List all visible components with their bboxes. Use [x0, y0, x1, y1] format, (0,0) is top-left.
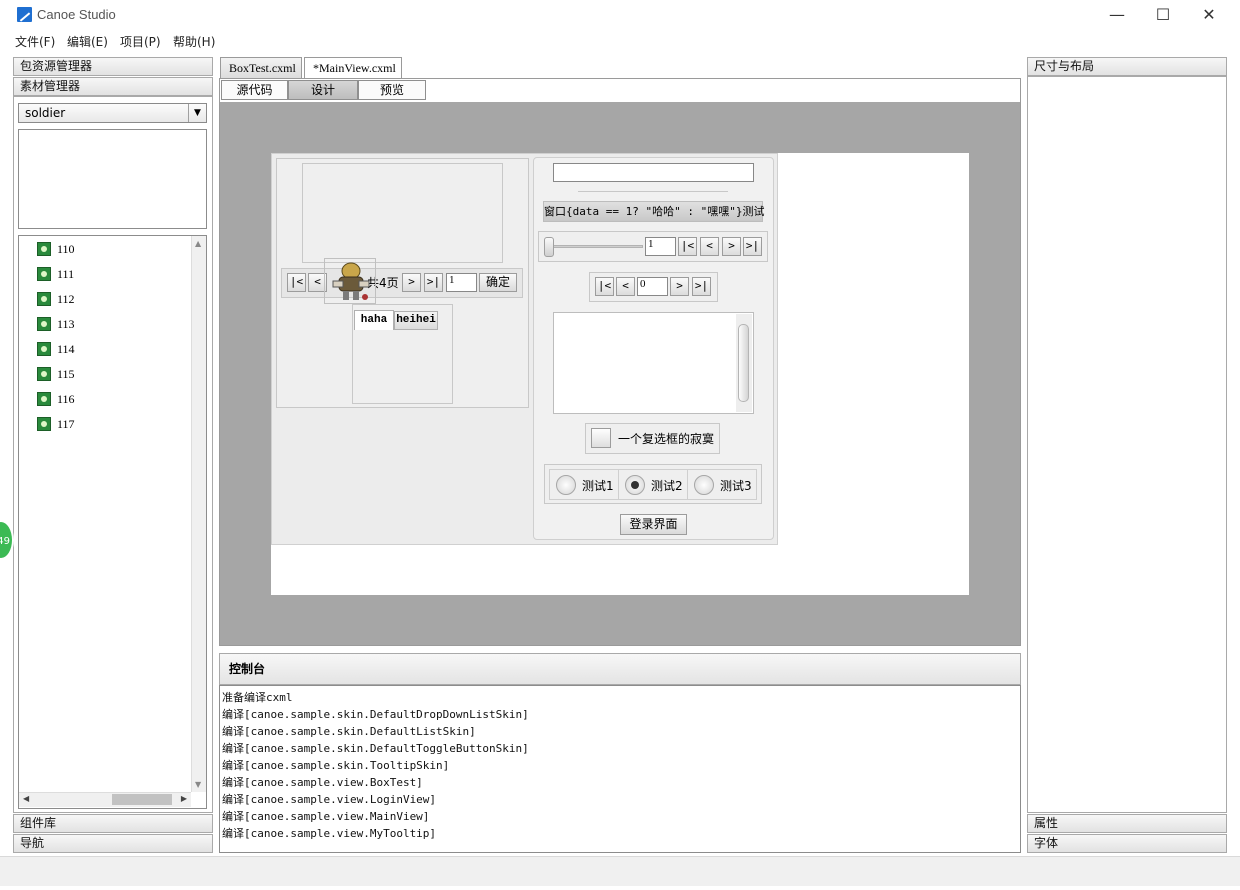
window-title: Canoe Studio [37, 7, 116, 22]
console-line: 编译[canoe.sample.skin.DefaultToggleButton… [222, 742, 529, 755]
navigation-header[interactable]: 导航 [13, 834, 213, 853]
image-box[interactable] [302, 163, 503, 263]
image-icon [37, 342, 51, 356]
checkbox-label: 一个复选框的寂寞 [618, 432, 715, 446]
image-icon [37, 267, 51, 281]
soldier-sprite-icon [332, 262, 370, 300]
stepper-prev-button[interactable]: < [616, 277, 635, 296]
menu-edit[interactable]: 编辑(E) [67, 33, 108, 50]
title-bar [0, 0, 1240, 30]
slider-next-button[interactable]: > [722, 237, 741, 256]
package-manager-header[interactable]: 包资源管理器 [13, 57, 213, 76]
maximize-button[interactable]: ☐ [1140, 0, 1186, 30]
divider [578, 191, 728, 192]
radio-button[interactable] [556, 475, 576, 495]
login-view-button[interactable]: 登录界面 [620, 514, 687, 535]
tab-mainview[interactable]: *MainView.cxml [304, 57, 402, 79]
tab-preview[interactable]: 预览 [358, 80, 426, 100]
close-button[interactable]: ✕ [1186, 0, 1232, 30]
menu-project[interactable]: 项目(P) [120, 33, 161, 50]
pager-last-button[interactable]: >| [424, 273, 443, 292]
scroll-thumb[interactable] [112, 794, 172, 805]
vertical-scrollbar[interactable]: ▲ ▼ [191, 236, 206, 792]
binding-test-label: 窗口{data == 1? "哈哈" : "嘿嘿"}测试 [543, 201, 764, 222]
tab-heihei[interactable]: heihei [394, 311, 438, 330]
scroll-down-icon[interactable]: ▼ [195, 780, 201, 789]
tab-design[interactable]: 设计 [288, 80, 358, 100]
radio-button-checked[interactable] [625, 475, 645, 495]
slider-first-button[interactable]: |< [678, 237, 697, 256]
app-logo-icon [17, 7, 32, 22]
slider-thumb[interactable] [544, 237, 554, 257]
asset-list[interactable]: 110 111 112 113 114 115 116 117 [18, 235, 207, 809]
scroll-left-icon[interactable]: ◀ [23, 794, 29, 803]
menu-help[interactable]: 帮助(H) [173, 33, 215, 50]
select-value: soldier [25, 106, 66, 120]
textarea-scroll-thumb[interactable] [738, 324, 749, 402]
size-layout-panel [1027, 76, 1227, 813]
pager-page-input[interactable]: 1 [446, 273, 477, 292]
pager-confirm-button[interactable]: 确定 [479, 273, 517, 292]
scroll-up-icon[interactable]: ▲ [195, 239, 201, 248]
console-line: 编译[canoe.sample.skin.TooltipSkin] [222, 759, 450, 772]
asset-manager-header[interactable]: 素材管理器 [13, 77, 213, 96]
tab-haha[interactable]: haha [354, 310, 394, 330]
chevron-down-icon[interactable]: ▼ [188, 104, 206, 122]
tab-source[interactable]: 源代码 [221, 80, 288, 100]
console-line: 编译[canoe.sample.view.MyTooltip] [222, 827, 437, 840]
stepper-last-button[interactable]: >| [692, 277, 711, 296]
image-icon [37, 292, 51, 306]
status-bar [0, 856, 1240, 886]
sprite-frame[interactable] [324, 258, 376, 304]
image-icon [37, 392, 51, 406]
stepper-input[interactable]: 0 [637, 277, 668, 296]
console-output[interactable]: 准备编译cxml 编译[canoe.sample.skin.DefaultDro… [219, 685, 1021, 853]
tab-boxtest[interactable]: BoxTest.cxml [220, 57, 302, 78]
pager-next-button[interactable]: > [402, 273, 421, 292]
component-library-header[interactable]: 组件库 [13, 814, 213, 833]
menu-bar: 文件(F) 编辑(E) 项目(P) 帮助(H) [0, 30, 1240, 52]
radio-option-3[interactable]: 测试3 [687, 469, 757, 500]
radio-button[interactable] [694, 475, 714, 495]
image-icon [37, 242, 51, 256]
menu-file[interactable]: 文件(F) [15, 33, 55, 50]
stepper-next-button[interactable]: > [670, 277, 689, 296]
image-icon [37, 367, 51, 381]
pager-first-button[interactable]: |< [287, 273, 306, 292]
minimize-button[interactable]: — [1094, 0, 1140, 30]
stepper-first-button[interactable]: |< [595, 277, 614, 296]
scroll-right-icon[interactable]: ▶ [181, 794, 187, 803]
properties-header[interactable]: 属性 [1027, 814, 1227, 833]
checkbox[interactable] [591, 428, 611, 448]
image-icon [37, 317, 51, 331]
text-input-empty[interactable] [553, 163, 754, 182]
console-line: 编译[canoe.sample.view.LoginView] [222, 793, 437, 806]
asset-preview [18, 129, 207, 229]
radio-dot-icon [631, 481, 639, 489]
asset-group-select[interactable]: soldier ▼ [18, 103, 207, 123]
slider-page-input[interactable]: 1 [645, 237, 676, 256]
slider-prev-button[interactable]: < [700, 237, 719, 256]
image-icon [37, 417, 51, 431]
console-line: 准备编译cxml [222, 691, 293, 704]
console-line: 编译[canoe.sample.view.BoxTest] [222, 776, 423, 789]
size-layout-header[interactable]: 尺寸与布局 [1027, 57, 1227, 76]
console-header[interactable]: 控制台 [219, 653, 1021, 685]
console-line: 编译[canoe.sample.skin.DefaultListSkin] [222, 725, 476, 738]
radio-option-1[interactable]: 测试1 [549, 469, 619, 500]
notification-badge[interactable]: 49 [0, 520, 14, 560]
font-header[interactable]: 字体 [1027, 834, 1227, 853]
console-line: 编译[canoe.sample.view.MainView] [222, 810, 430, 823]
text-area[interactable] [553, 312, 754, 414]
slider-track[interactable] [548, 245, 643, 248]
radio-option-2[interactable]: 测试2 [618, 469, 688, 500]
slider-last-button[interactable]: >| [743, 237, 762, 256]
console-line: 编译[canoe.sample.skin.DefaultDropDownList… [222, 708, 529, 721]
